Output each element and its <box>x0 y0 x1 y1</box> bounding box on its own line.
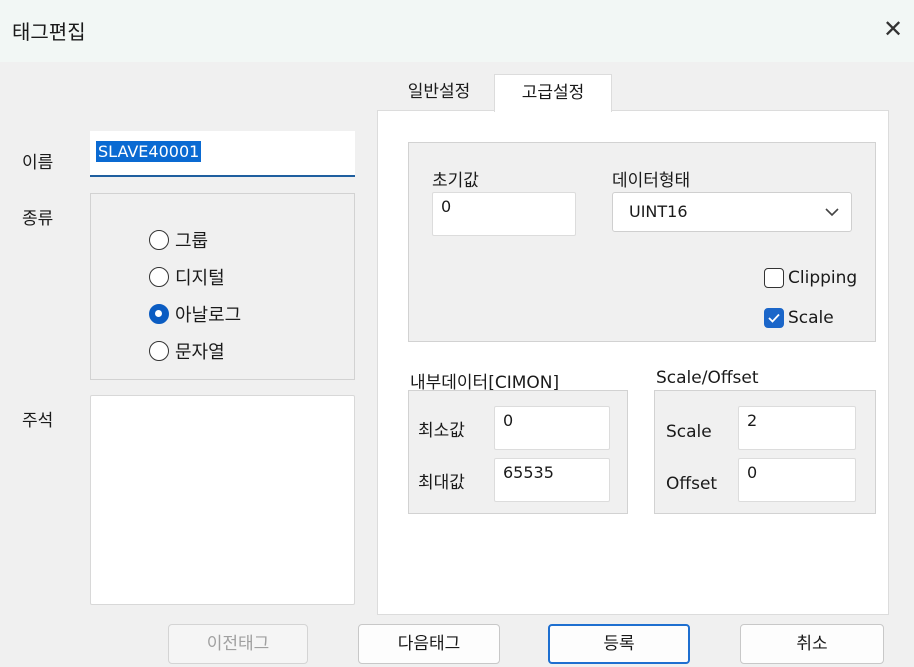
min-value-input[interactable]: 0 <box>494 406 610 450</box>
radio-label-analog: 아날로그 <box>175 305 242 326</box>
name-label: 이름 <box>22 153 54 173</box>
check-icon <box>768 313 780 323</box>
clipping-label: Clipping <box>788 268 858 288</box>
comment-label: 주석 <box>22 411 54 431</box>
title-bar <box>0 0 914 62</box>
chevron-down-icon <box>825 208 839 217</box>
tab-general[interactable]: 일반설정 <box>384 74 494 112</box>
clipping-checkbox-row[interactable]: Clipping <box>764 268 857 288</box>
scale-check-label: Scale <box>788 308 834 328</box>
name-value: SLAVE40001 <box>96 141 202 162</box>
name-input[interactable]: SLAVE40001 <box>90 131 355 177</box>
scale-label: Scale <box>666 422 712 442</box>
radio-digital[interactable]: 디지털 <box>149 264 225 290</box>
initial-value-label: 초기값 <box>432 171 479 191</box>
radio-group[interactable]: 그룹 <box>149 227 208 253</box>
radio-label-string: 문자열 <box>175 342 225 363</box>
radio-button-string[interactable] <box>149 341 169 361</box>
offset-label: Offset <box>666 474 718 494</box>
radio-label-group: 그룹 <box>175 231 209 252</box>
scale-value-input[interactable]: 2 <box>738 406 856 450</box>
comment-textarea[interactable] <box>90 395 355 605</box>
radio-label-digital: 디지털 <box>175 268 225 289</box>
max-label: 최대값 <box>418 473 465 493</box>
close-icon[interactable]: ✕ <box>878 14 908 44</box>
radio-button-analog[interactable] <box>149 304 169 324</box>
radio-button-digital[interactable] <box>149 267 169 287</box>
next-tag-button[interactable]: 다음태그 <box>358 624 500 664</box>
scale-checkbox[interactable] <box>764 308 784 328</box>
datatype-value: UINT16 <box>629 202 688 221</box>
register-button[interactable]: 등록 <box>548 624 690 664</box>
offset-value-input[interactable]: 0 <box>738 458 856 502</box>
tab-advanced[interactable]: 고급설정 <box>494 74 612 112</box>
datatype-label: 데이터형태 <box>612 171 691 191</box>
initial-value-input[interactable]: 0 <box>432 192 576 236</box>
type-groupbox: 그룹 디지털 아날로그 문자열 <box>90 193 355 380</box>
radio-button-group[interactable] <box>149 230 169 250</box>
window-title: 태그편집 <box>12 20 86 44</box>
cancel-button[interactable]: 취소 <box>740 624 884 664</box>
clipping-checkbox[interactable] <box>764 268 784 288</box>
radio-analog[interactable]: 아날로그 <box>149 301 241 327</box>
scale-offset-title: Scale/Offset <box>656 368 759 388</box>
type-label: 종류 <box>22 209 54 229</box>
datatype-select[interactable]: UINT16 <box>612 192 852 232</box>
max-value-input[interactable]: 65535 <box>494 458 610 502</box>
radio-string[interactable]: 문자열 <box>149 338 225 364</box>
prev-tag-button[interactable]: 이전태그 <box>168 624 308 664</box>
scale-checkbox-row[interactable]: Scale <box>764 308 834 328</box>
min-label: 최소값 <box>418 421 465 441</box>
